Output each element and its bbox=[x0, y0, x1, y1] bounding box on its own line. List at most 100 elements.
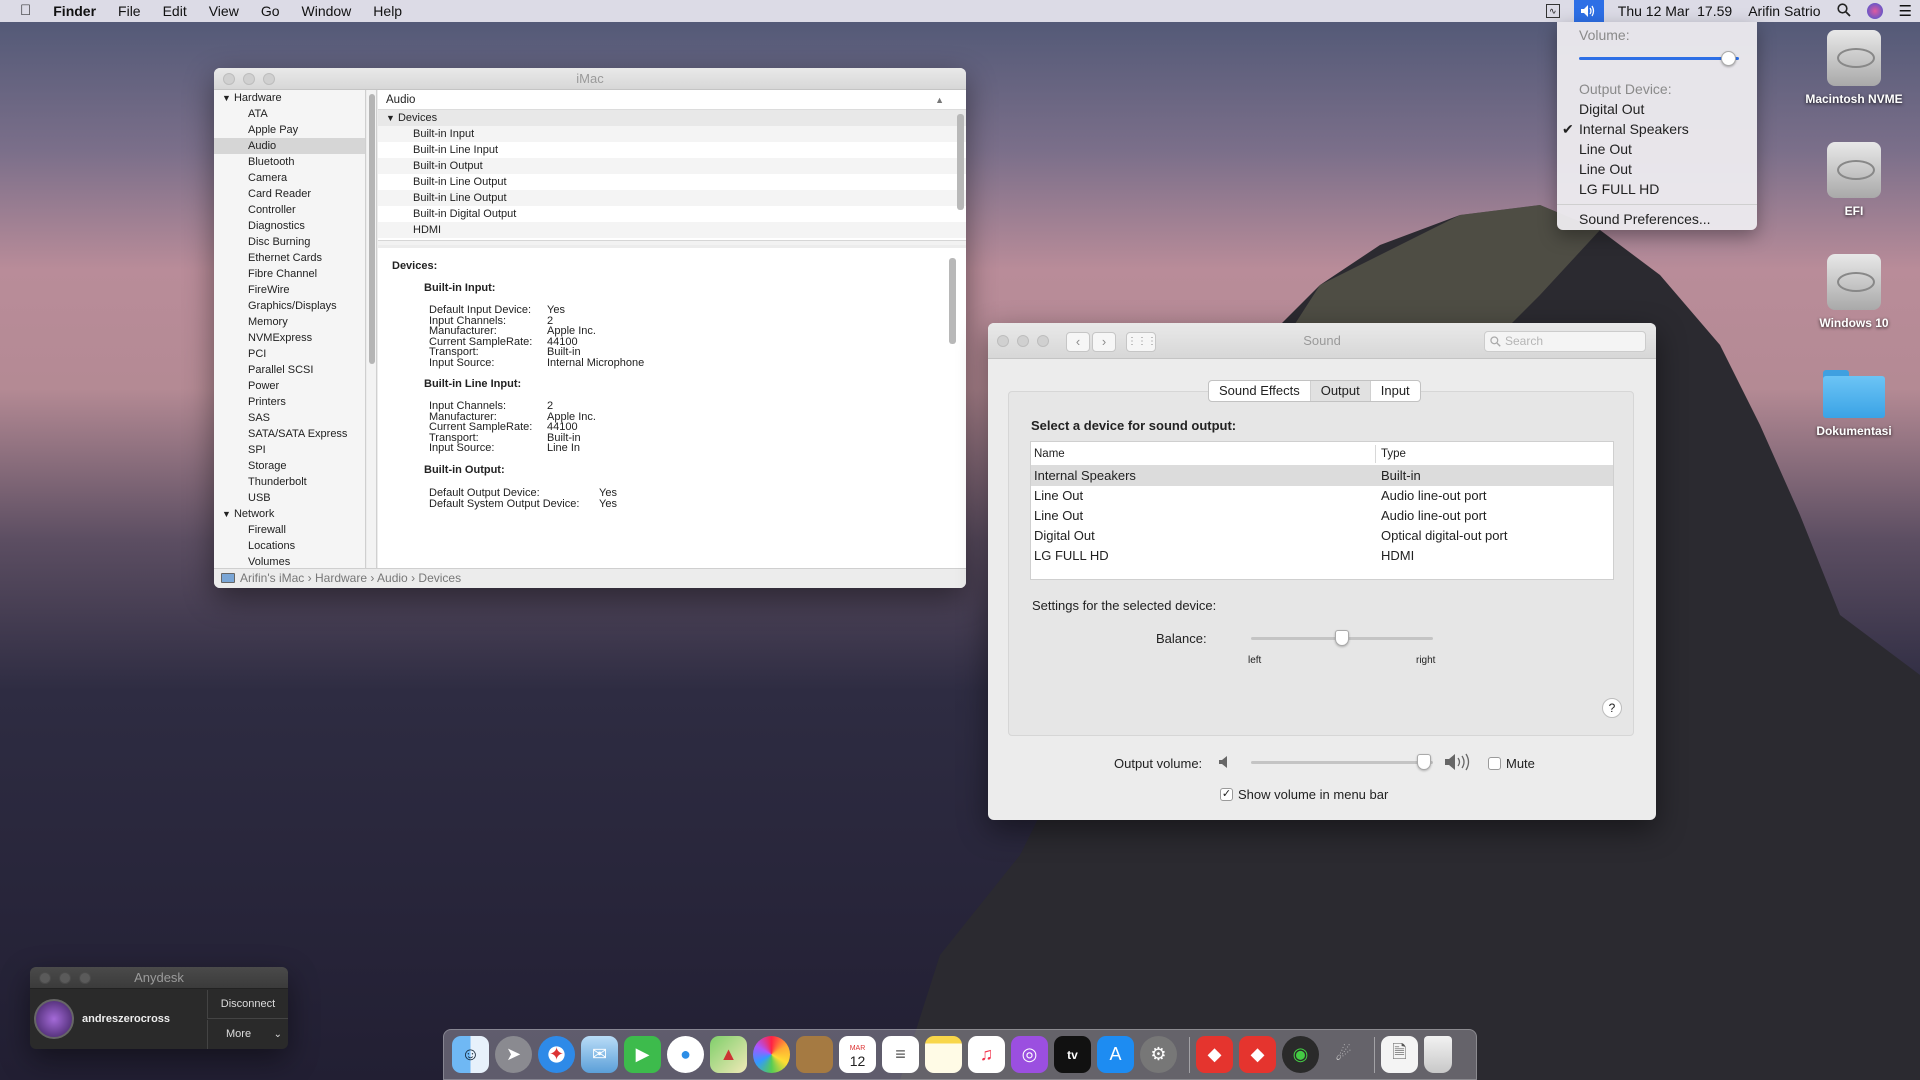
sidebar-item-printers[interactable]: Printers bbox=[214, 394, 365, 410]
sidebar-item-volumes[interactable]: Volumes bbox=[214, 554, 365, 568]
desktop-icon-dokumentasi[interactable]: Dokumentasi bbox=[1804, 370, 1904, 438]
table-row[interactable]: Internal Speakers Built-in bbox=[1031, 466, 1613, 486]
sidebar-group-hardware[interactable]: ▼ Hardware bbox=[214, 90, 365, 106]
menu-window[interactable]: Window bbox=[291, 0, 363, 22]
sidebar-scrollbar[interactable] bbox=[367, 90, 377, 568]
menu-edit[interactable]: Edit bbox=[152, 0, 198, 22]
calendar-icon[interactable]: MAR 12 bbox=[839, 1036, 876, 1073]
column-header-type[interactable]: Type bbox=[1381, 442, 1406, 466]
siri-icon[interactable] bbox=[1866, 3, 1883, 19]
system-preferences-icon[interactable]: ⚙ bbox=[1140, 1036, 1177, 1073]
output-volume-slider[interactable] bbox=[1248, 749, 1438, 779]
show-volume-checkbox[interactable]: ✓ bbox=[1220, 788, 1233, 801]
column-header-name[interactable]: Name bbox=[1034, 442, 1065, 466]
reminders-icon[interactable]: ≡ bbox=[882, 1036, 919, 1073]
podcasts-icon[interactable]: ◎ bbox=[1011, 1036, 1048, 1073]
sidebar-item-sata-sata-express[interactable]: SATA/SATA Express bbox=[214, 426, 365, 442]
forward-button[interactable]: › bbox=[1092, 332, 1116, 352]
menu-go[interactable]: Go bbox=[250, 0, 291, 22]
table-row[interactable]: Digital Out Optical digital-out port bbox=[1031, 526, 1613, 546]
anydesk-icon-2[interactable]: ◆ bbox=[1239, 1036, 1276, 1073]
list-item[interactable]: Built-in Digital Output bbox=[378, 206, 966, 222]
output-device-item[interactable]: ✔ Internal Speakers bbox=[1557, 119, 1757, 139]
path-item[interactable]: Audio bbox=[377, 571, 408, 585]
window-titlebar[interactable]: iMac bbox=[214, 68, 966, 90]
sidebar-item-camera[interactable]: Camera bbox=[214, 170, 365, 186]
finder-icon[interactable]: ☺ bbox=[452, 1036, 489, 1073]
notification-center-icon[interactable]: ☰ bbox=[1899, 2, 1912, 20]
disconnect-button[interactable]: Disconnect bbox=[207, 990, 288, 1019]
music-icon[interactable]: ♫ bbox=[968, 1036, 1005, 1073]
zoom-button[interactable] bbox=[1037, 335, 1049, 347]
launchpad-icon[interactable]: ➤ bbox=[495, 1036, 532, 1073]
sidebar-item-graphics-displays[interactable]: Graphics/Displays bbox=[214, 298, 365, 314]
table-row[interactable]: Line Out Audio line-out port bbox=[1031, 486, 1613, 506]
list-item[interactable]: Built-in Line Output bbox=[378, 190, 966, 206]
photos-icon[interactable] bbox=[753, 1036, 790, 1073]
sidebar-item-parallel-scsi[interactable]: Parallel SCSI bbox=[214, 362, 365, 378]
utility-app-icon[interactable]: ☄ bbox=[1325, 1036, 1362, 1073]
sidebar-item-thunderbolt[interactable]: Thunderbolt bbox=[214, 474, 365, 490]
sidebar-item-controller[interactable]: Controller bbox=[214, 202, 365, 218]
volume-slider[interactable] bbox=[1557, 45, 1757, 71]
apple-menu-icon[interactable]:  bbox=[0, 0, 42, 22]
path-item[interactable]: Arifin's iMac bbox=[240, 571, 304, 585]
apple-tv-icon[interactable]: tv bbox=[1054, 1036, 1091, 1073]
list-item[interactable]: Built-in Line Input bbox=[378, 142, 966, 158]
activity-monitor-icon[interactable]: ∿ bbox=[1545, 4, 1560, 18]
menu-app-finder[interactable]: Finder bbox=[42, 0, 107, 22]
sidebar-item-pci[interactable]: PCI bbox=[214, 346, 365, 362]
desktop-icon-macintosh-nvme[interactable]: Macintosh NVME bbox=[1804, 30, 1904, 106]
table-row[interactable]: LG FULL HD HDMI bbox=[1031, 546, 1613, 566]
disclosure-triangle-icon[interactable]: ▼ bbox=[222, 509, 231, 519]
help-button[interactable]: ? bbox=[1602, 698, 1622, 718]
list-item[interactable]: Built-in Line Output bbox=[378, 174, 966, 190]
output-device-item[interactable]: Line Out bbox=[1557, 139, 1757, 159]
scrollbar-thumb[interactable] bbox=[369, 94, 375, 364]
split-view-divider[interactable] bbox=[378, 240, 966, 245]
close-button[interactable] bbox=[39, 972, 51, 984]
mute-checkbox[interactable] bbox=[1488, 757, 1501, 770]
close-button[interactable] bbox=[997, 335, 1009, 347]
output-device-item[interactable]: LG FULL HD bbox=[1557, 179, 1757, 199]
balance-slider-knob[interactable] bbox=[1335, 630, 1349, 646]
detail-scrollbar[interactable] bbox=[949, 258, 956, 344]
disclosure-triangle-icon[interactable]: ▼ bbox=[386, 113, 395, 123]
sidebar-item-disc-burning[interactable]: Disc Burning bbox=[214, 234, 365, 250]
sidebar-item-power[interactable]: Power bbox=[214, 378, 365, 394]
output-device-item[interactable]: Digital Out bbox=[1557, 99, 1757, 119]
volume-slider-knob[interactable] bbox=[1720, 51, 1736, 66]
show-all-grid-button[interactable]: ⋮⋮⋮ bbox=[1126, 332, 1157, 352]
minimize-button[interactable] bbox=[243, 73, 255, 85]
trash-icon[interactable] bbox=[1424, 1036, 1452, 1073]
sidebar-item-firewire[interactable]: FireWire bbox=[214, 282, 365, 298]
list-scrollbar[interactable] bbox=[957, 114, 964, 210]
sidebar-item-bluetooth[interactable]: Bluetooth bbox=[214, 154, 365, 170]
volume-menu-icon[interactable] bbox=[1573, 0, 1604, 22]
spotlight-search-icon[interactable] bbox=[1836, 2, 1851, 20]
sidebar-item-usb[interactable]: USB bbox=[214, 490, 365, 506]
safari-icon[interactable]: ✦ bbox=[538, 1036, 575, 1073]
sidebar-item-storage[interactable]: Storage bbox=[214, 458, 365, 474]
sidebar-item-audio[interactable]: Audio bbox=[214, 138, 365, 154]
table-row[interactable]: Line Out Audio line-out port bbox=[1031, 506, 1613, 526]
desktop-icon-efi[interactable]: EFI bbox=[1804, 142, 1904, 218]
list-item[interactable]: Built-in Output bbox=[378, 158, 966, 174]
anydesk-icon[interactable]: ◆ bbox=[1196, 1036, 1233, 1073]
mail-icon[interactable]: ✉ bbox=[581, 1036, 618, 1073]
path-item[interactable]: Hardware bbox=[315, 571, 367, 585]
tab-sound-effects[interactable]: Sound Effects bbox=[1209, 381, 1311, 401]
sidebar-item-card-reader[interactable]: Card Reader bbox=[214, 186, 365, 202]
sidebar-item-sas[interactable]: SAS bbox=[214, 410, 365, 426]
balance-slider[interactable] bbox=[1248, 625, 1438, 655]
list-group-devices[interactable]: ▼ Devices bbox=[378, 110, 966, 126]
output-volume-knob[interactable] bbox=[1416, 754, 1431, 770]
sidebar-item-fibre-channel[interactable]: Fibre Channel bbox=[214, 266, 365, 282]
sidebar-item-firewall[interactable]: Firewall bbox=[214, 522, 365, 538]
sidebar-item-apple-pay[interactable]: Apple Pay bbox=[214, 122, 365, 138]
documents-stack-icon[interactable]: 🗎 bbox=[1381, 1036, 1418, 1073]
sort-chevron-icon[interactable]: ▲ bbox=[935, 90, 944, 110]
messages-icon[interactable]: ● bbox=[667, 1036, 704, 1073]
minimize-button[interactable] bbox=[59, 972, 71, 984]
sidebar-item-locations[interactable]: Locations bbox=[214, 538, 365, 554]
